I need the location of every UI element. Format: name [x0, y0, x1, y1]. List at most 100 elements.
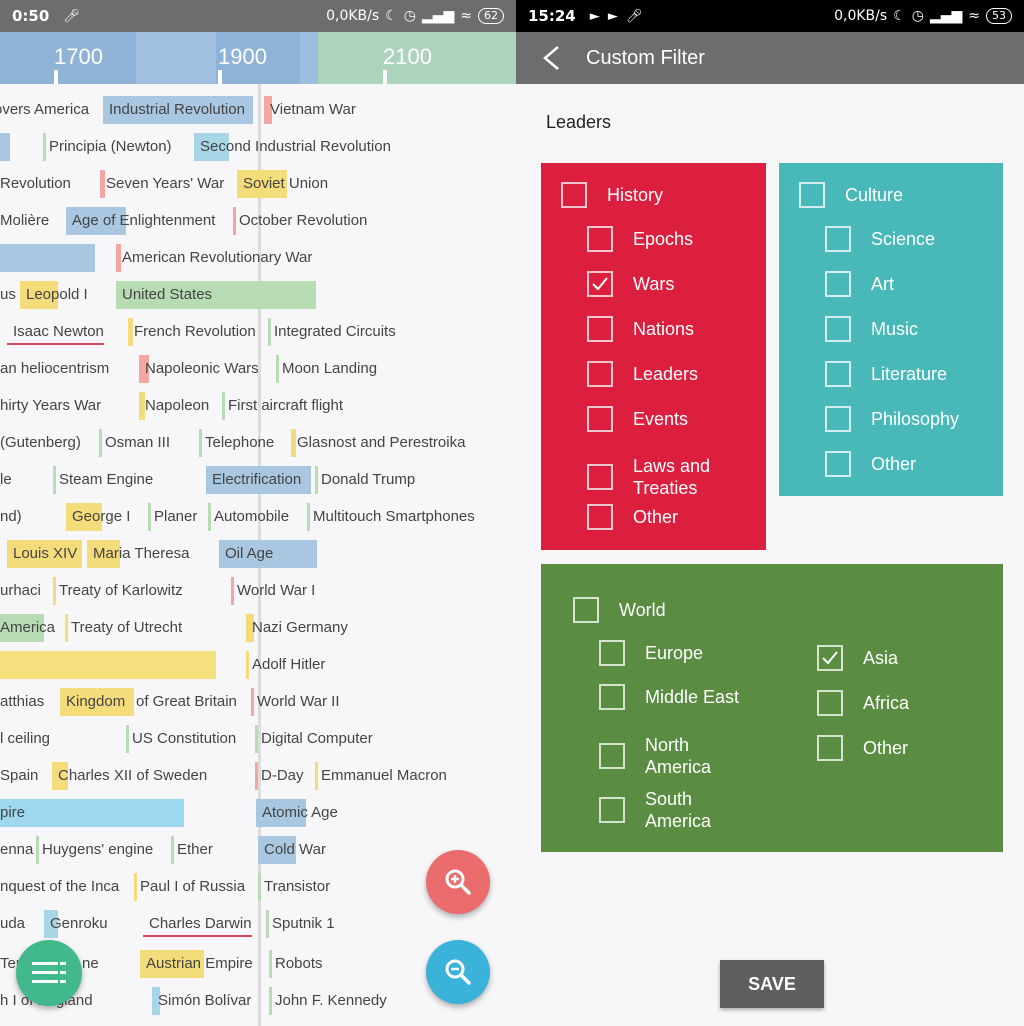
- checkbox[interactable]: [599, 797, 625, 823]
- timeline-event[interactable]: l ceiling: [0, 725, 50, 753]
- timeline-event[interactable]: Revolution: [0, 170, 71, 198]
- timeline-event[interactable]: [0, 651, 216, 679]
- timeline-event[interactable]: Atomic Age: [256, 799, 338, 827]
- timeline-event[interactable]: le: [0, 466, 12, 494]
- timeline-event[interactable]: atthias: [0, 688, 44, 716]
- checkbox[interactable]: [825, 226, 851, 252]
- filter-history-nations[interactable]: Nations: [587, 316, 694, 342]
- timeline-event[interactable]: an heliocentrism: [0, 355, 109, 383]
- timeline-event[interactable]: Treaty of Karlowitz: [53, 577, 183, 605]
- back-button[interactable]: [516, 32, 586, 84]
- timeline-event[interactable]: Age of Enlightenment: [66, 207, 215, 235]
- timeline-event[interactable]: Adolf Hitler: [246, 651, 325, 679]
- zoom-in-button[interactable]: [426, 850, 490, 914]
- timeline-event[interactable]: Electrification: [206, 466, 311, 494]
- filter-world-asia[interactable]: Asia: [817, 645, 898, 671]
- timeline-event[interactable]: Vietnam War: [264, 96, 356, 124]
- timeline-event[interactable]: uda: [0, 910, 25, 938]
- timeline-event[interactable]: Charles Darwin: [143, 910, 252, 938]
- filter-history-events[interactable]: Events: [587, 406, 688, 432]
- timeline-event[interactable]: D-Day: [255, 762, 304, 790]
- timeline-event[interactable]: Integrated Circuits: [268, 318, 396, 346]
- timeline-event[interactable]: Osman III: [99, 429, 170, 457]
- filter-culture-science[interactable]: Science: [825, 226, 935, 252]
- checkbox[interactable]: [825, 316, 851, 342]
- timeline-event[interactable]: [0, 133, 10, 161]
- timeline-event[interactable]: John F. Kennedy: [269, 987, 387, 1015]
- timeline-event[interactable]: Oil Age: [219, 540, 317, 568]
- timeline-event[interactable]: (Gutenberg): [0, 429, 81, 457]
- filter-history[interactable]: History: [561, 182, 663, 208]
- timeline-event[interactable]: Huygens' engine: [36, 836, 153, 864]
- timeline-event[interactable]: enna: [0, 836, 33, 864]
- timeline-event[interactable]: United States: [116, 281, 316, 309]
- checkbox-checked[interactable]: [817, 645, 843, 671]
- checkbox[interactable]: [587, 504, 613, 530]
- timeline-event[interactable]: US Constitution: [126, 725, 236, 753]
- checkbox[interactable]: [587, 361, 613, 387]
- filter-culture[interactable]: Culture: [799, 182, 903, 208]
- timeline-event[interactable]: Moon Landing: [276, 355, 377, 383]
- checkbox[interactable]: [825, 451, 851, 477]
- checkbox[interactable]: [825, 271, 851, 297]
- filter-history-laws-and-treaties[interactable]: Laws and Treaties: [587, 455, 733, 499]
- timeline-event[interactable]: Ether: [171, 836, 213, 864]
- timeline-event[interactable]: Treaty of Utrecht: [65, 614, 182, 642]
- filter-history-epochs[interactable]: Epochs: [587, 226, 693, 252]
- filter-culture-literature[interactable]: Literature: [825, 361, 947, 387]
- timeline-event[interactable]: Sputnik 1: [266, 910, 335, 938]
- timeline-event[interactable]: nquest of the Inca: [0, 873, 119, 901]
- checkbox[interactable]: [599, 684, 625, 710]
- timeline-event[interactable]: Donald Trump: [315, 466, 415, 494]
- timeline-event[interactable]: Genroku: [44, 910, 108, 938]
- timeline-event[interactable]: Molière: [0, 207, 49, 235]
- timeline-event[interactable]: First aircraft flight: [222, 392, 343, 420]
- timeline-event[interactable]: Leopold I: [20, 281, 88, 309]
- timeline-event[interactable]: Maria Theresa: [87, 540, 189, 568]
- timeline-event[interactable]: Austrian Empire: [140, 950, 253, 978]
- zoom-out-button[interactable]: [426, 940, 490, 1004]
- checkbox[interactable]: [817, 690, 843, 716]
- timeline-event[interactable]: overs America: [0, 96, 89, 124]
- timeline-event[interactable]: Charles XII of Sweden: [52, 762, 207, 790]
- timeline-event[interactable]: George I: [66, 503, 130, 531]
- timeline-event[interactable]: Kingdom: [60, 688, 134, 716]
- checkbox[interactable]: [799, 182, 825, 208]
- timeline-event[interactable]: Steam Engine: [53, 466, 153, 494]
- timeline-event[interactable]: Soviet Union: [237, 170, 328, 198]
- timeline-event[interactable]: Seven Years' War: [100, 170, 224, 198]
- timeline-event[interactable]: pire: [0, 799, 184, 827]
- timeline-event[interactable]: Multitouch Smartphones: [307, 503, 475, 531]
- timeline-event[interactable]: Louis XIV: [7, 540, 82, 568]
- timeline-event[interactable]: Nazi Germany: [246, 614, 348, 642]
- timeline-event[interactable]: Transistor: [258, 873, 330, 901]
- filter-world-middle-east[interactable]: Middle East: [599, 684, 739, 710]
- timeline-event[interactable]: Paul I of Russia: [134, 873, 245, 901]
- timeline-event[interactable]: Automobile: [208, 503, 289, 531]
- timeline-event[interactable]: of Great Britain: [130, 688, 237, 716]
- save-button[interactable]: SAVE: [720, 960, 824, 1008]
- filter-history-other[interactable]: Other: [587, 504, 678, 530]
- timeline-event[interactable]: nd): [0, 503, 22, 531]
- timeline-event[interactable]: Telephone: [199, 429, 274, 457]
- checkbox-checked[interactable]: [587, 271, 613, 297]
- timeline-event[interactable]: Digital Computer: [255, 725, 373, 753]
- timeline-event[interactable]: Second Industrial Revolution: [194, 133, 391, 161]
- checkbox[interactable]: [587, 226, 613, 252]
- filter-culture-other[interactable]: Other: [825, 451, 916, 477]
- filter-world-africa[interactable]: Africa: [817, 690, 909, 716]
- timeline-event[interactable]: World War II: [251, 688, 340, 716]
- timeline-event[interactable]: Napoleonic Wars: [139, 355, 259, 383]
- checkbox[interactable]: [825, 361, 851, 387]
- timeline-event[interactable]: Spain: [0, 762, 38, 790]
- checkbox[interactable]: [825, 406, 851, 432]
- filter-culture-philosophy[interactable]: Philosophy: [825, 406, 959, 432]
- filter-world-north-america[interactable]: North America: [599, 734, 725, 778]
- timeline-event[interactable]: French Revolution: [128, 318, 256, 346]
- timeline-event[interactable]: urhaci: [0, 577, 41, 605]
- timeline-event[interactable]: Principia (Newton): [43, 133, 172, 161]
- menu-button[interactable]: [16, 940, 82, 1006]
- timeline-event[interactable]: Isaac Newton: [7, 318, 104, 346]
- timeline-year-header[interactable]: 1700 1900 2100: [0, 32, 516, 84]
- checkbox[interactable]: [573, 597, 599, 623]
